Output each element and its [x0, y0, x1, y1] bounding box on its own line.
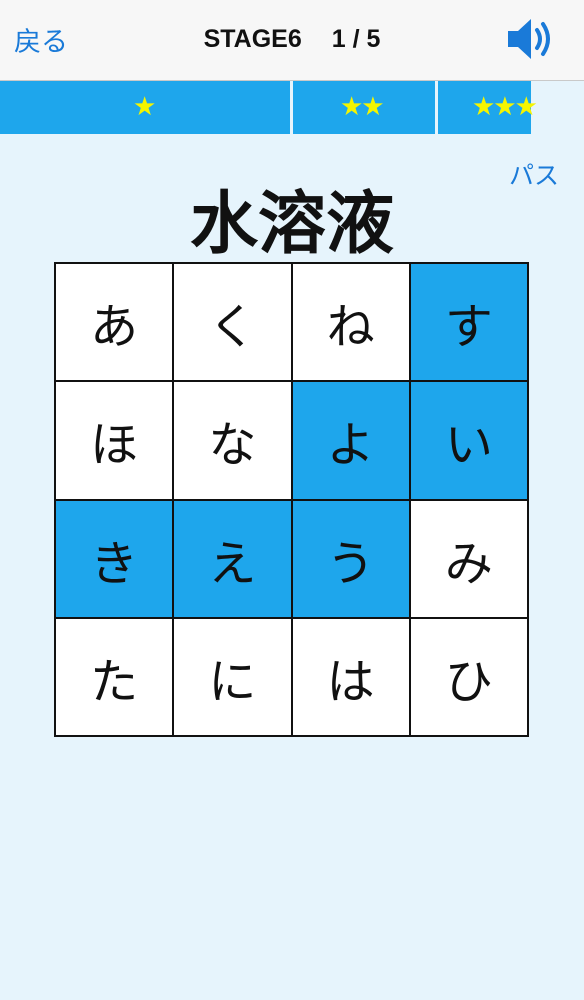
letter-grid: あ く ね す ほ な よ い き え う み た に は ひ	[54, 262, 529, 737]
stage-label: STAGE6	[203, 25, 302, 53]
grid-cell[interactable]: ね	[292, 264, 411, 383]
grid-cell[interactable]: に	[174, 618, 293, 737]
sound-toggle-button[interactable]	[506, 16, 558, 62]
grid-cell-selected[interactable]: す	[410, 264, 529, 383]
grid-cell[interactable]: み	[410, 500, 529, 619]
grid-cell-selected[interactable]: え	[174, 500, 293, 619]
grid-cell-selected[interactable]: う	[292, 500, 411, 619]
stage-title: STAGE6 1 / 5	[0, 25, 584, 54]
one-star-threshold: ★	[133, 92, 156, 122]
question-counter: 1 / 5	[331, 25, 381, 53]
grid-cell[interactable]: た	[56, 618, 175, 737]
grid-cell-selected[interactable]: よ	[292, 382, 411, 501]
time-progress-bar: ★ ★★ ★★★	[0, 81, 584, 134]
grid-cell[interactable]: く	[174, 264, 293, 383]
grid-cell[interactable]: あ	[56, 264, 175, 383]
grid-cell[interactable]: な	[174, 382, 293, 501]
threshold-divider	[435, 81, 438, 134]
grid-cell-selected[interactable]: い	[410, 382, 529, 501]
nav-bar: 戻る STAGE6 1 / 5	[0, 0, 584, 81]
grid-cell[interactable]: ひ	[410, 618, 529, 737]
two-star-threshold: ★★	[340, 92, 385, 122]
three-star-threshold: ★★★	[472, 92, 538, 122]
grid-cell-selected[interactable]: き	[56, 500, 175, 619]
speaker-volume-icon	[508, 19, 550, 59]
grid-cell[interactable]: ほ	[56, 382, 175, 501]
grid-cell[interactable]: は	[292, 618, 411, 737]
game-screen: 戻る STAGE6 1 / 5 ★ ★★ ★★★ パス 水溶液 あ く ね す ほ…	[0, 0, 584, 1000]
progress-fill	[0, 81, 532, 134]
question-word: 水溶液	[189, 185, 394, 264]
threshold-divider	[290, 81, 293, 134]
